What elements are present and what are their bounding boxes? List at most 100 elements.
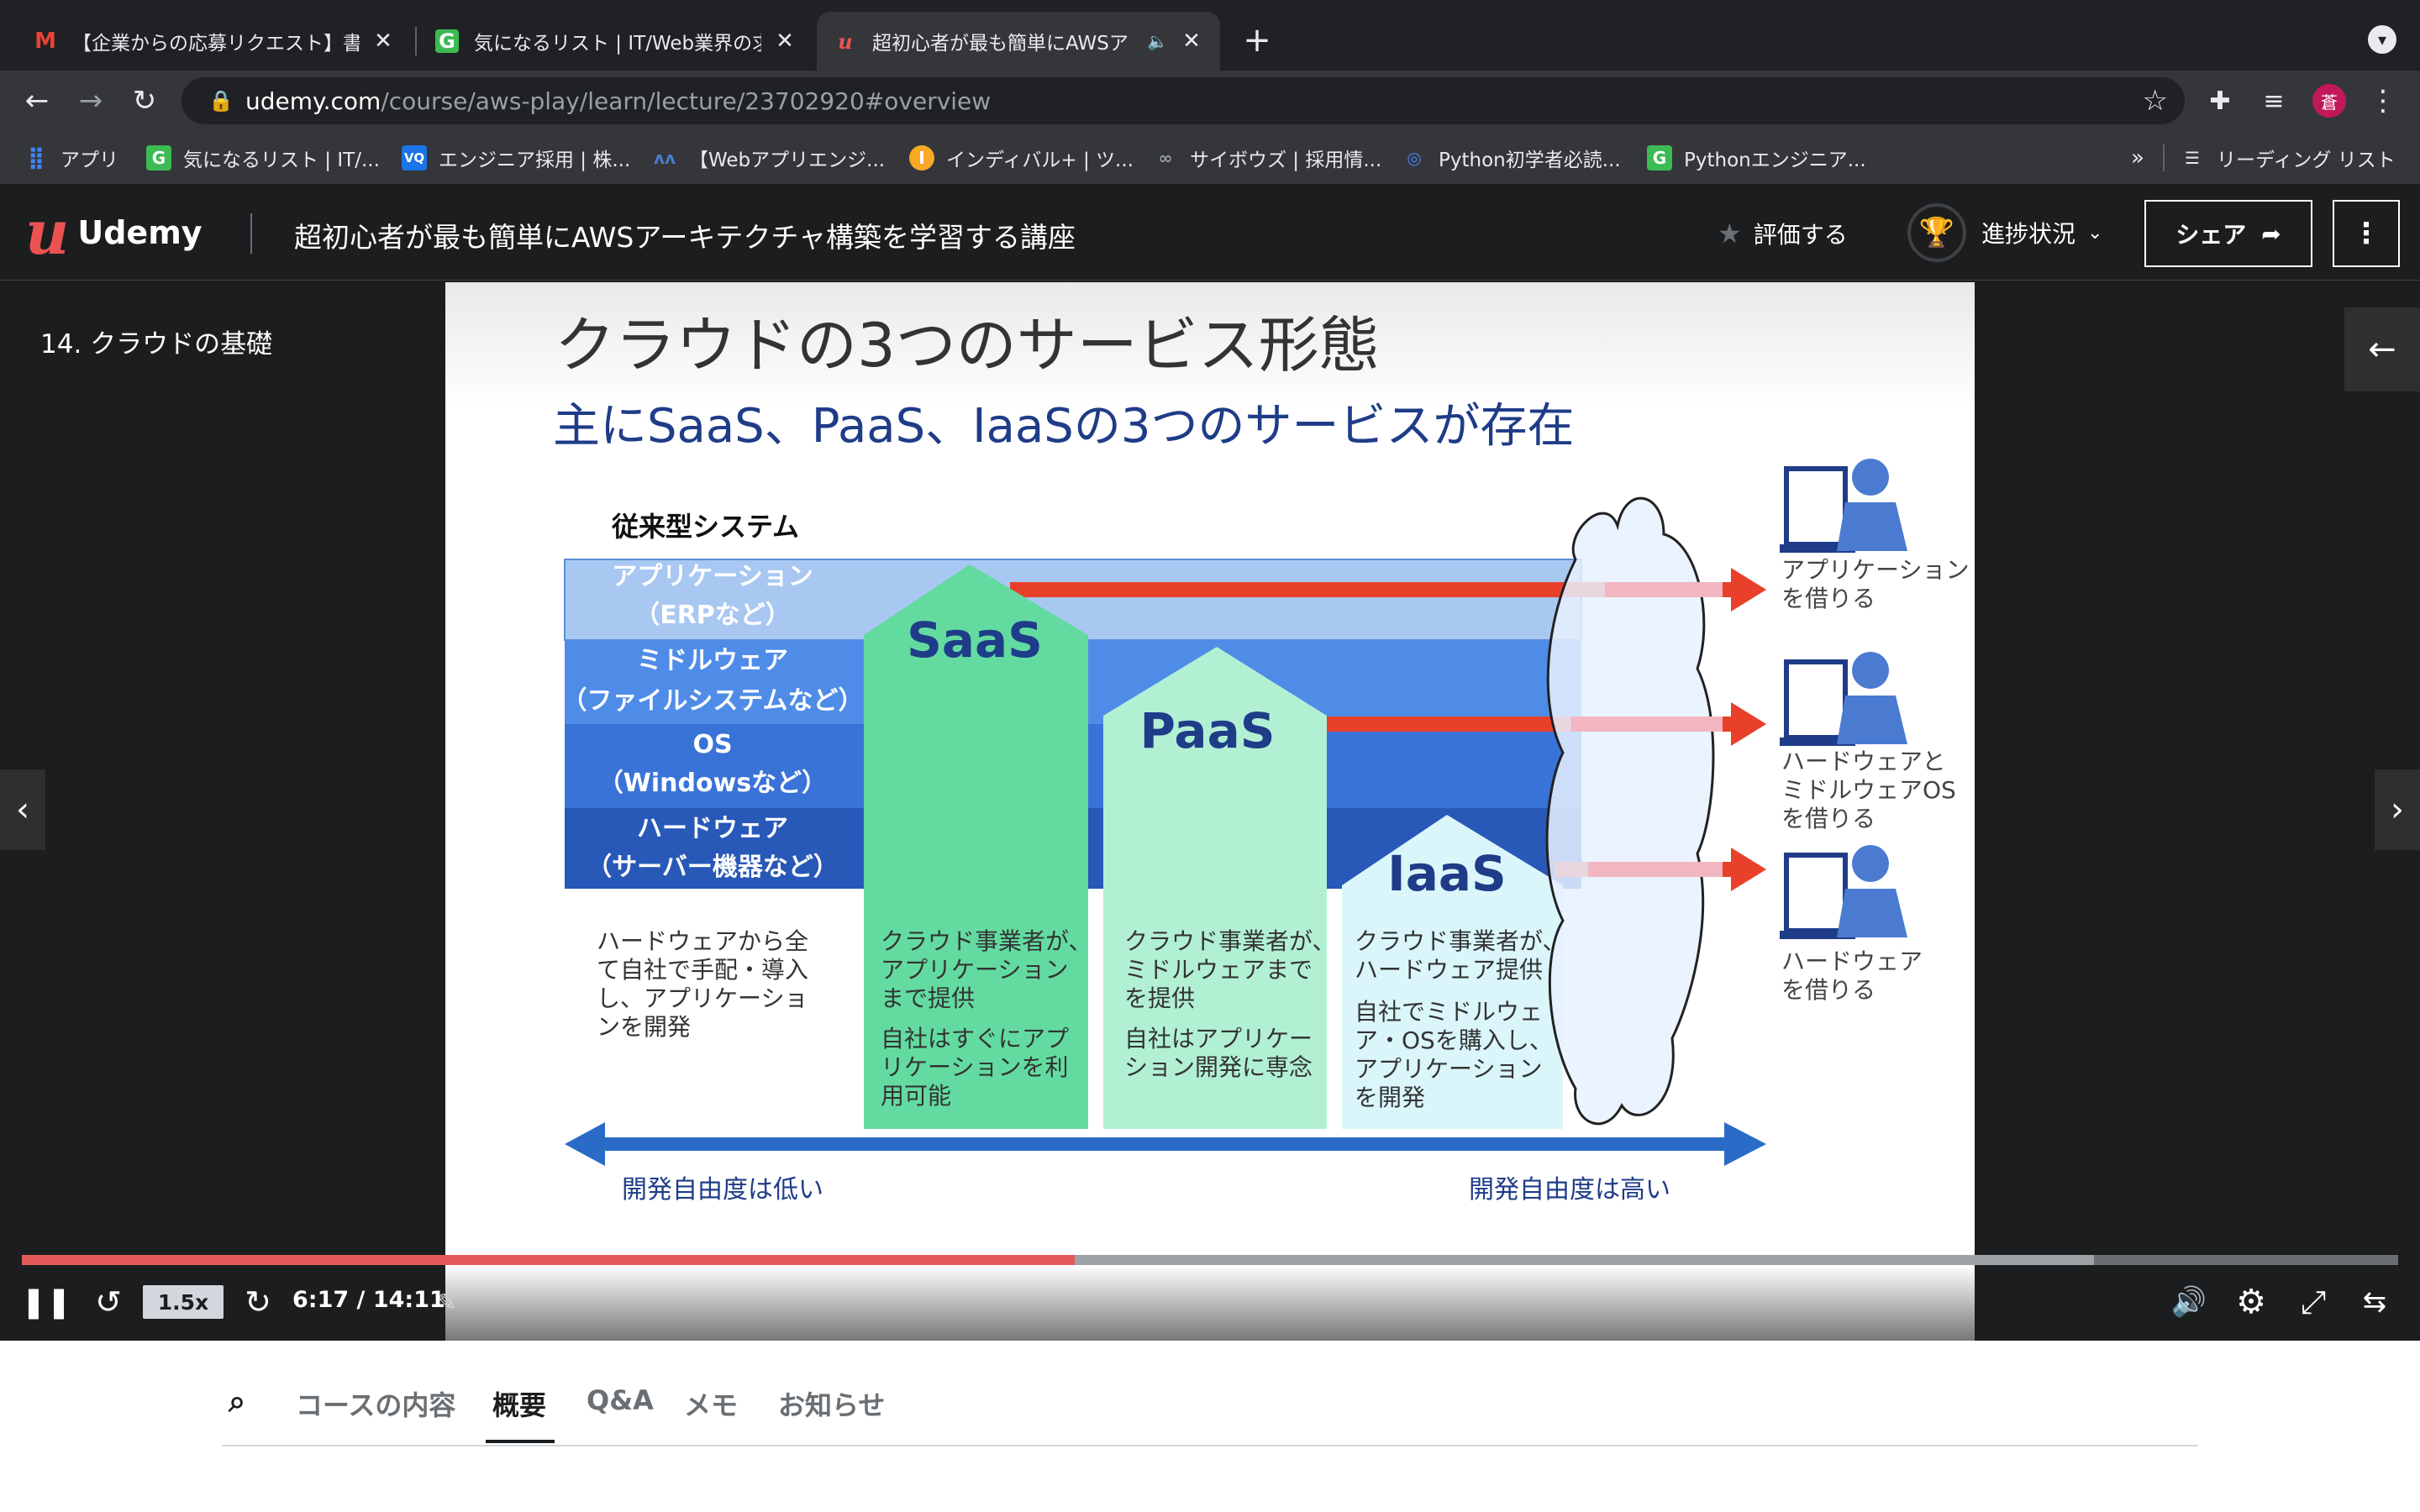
close-tab-icon[interactable]: ✕ bbox=[371, 29, 395, 54]
layer-hw-line2: （サーバー機器など） bbox=[587, 853, 839, 882]
time-display: 6:17 / 14:11 bbox=[292, 1287, 445, 1313]
cybozu-icon: ∞ bbox=[1158, 148, 1173, 168]
profile-avatar[interactable]: 蒼 bbox=[2312, 84, 2346, 118]
browser-tab-gmail[interactable]: M 【企業からの応募リクエスト】書類 ✕ bbox=[17, 12, 412, 71]
svg-text:アプリケーション: アプリケーション bbox=[1355, 1055, 1542, 1083]
expand-sidebar-arrow-icon[interactable]: ← bbox=[2344, 307, 2420, 391]
bookmark-item[interactable]: ∞ サイボウズ | 採用情... bbox=[1153, 143, 1382, 173]
browser-menu-icon[interactable]: ⋮ bbox=[2365, 82, 2402, 119]
close-tab-icon[interactable]: ✕ bbox=[1180, 29, 1203, 54]
back-icon[interactable]: ← bbox=[18, 82, 55, 119]
browser-tab-list[interactable]: G 気になるリスト | IT/Web業界の求 ✕ bbox=[418, 12, 813, 71]
address-bar[interactable]: 🔒 udemy.com/course/aws-play/learn/lectur… bbox=[182, 77, 2185, 124]
user3-line1: ハードウェア bbox=[1781, 948, 1923, 975]
progress-dropdown[interactable]: 🏆 進捗状況 ⌄ bbox=[1907, 203, 2102, 262]
bookmark-item[interactable]: VQ エンジニア採用 | 株... bbox=[402, 143, 630, 173]
bookmark-item[interactable]: I インディバル+ | ツ... bbox=[909, 143, 1134, 173]
svg-text:クラウド事業者が、: クラウド事業者が、 bbox=[1355, 927, 1565, 955]
mountain-icon: ᴧᴧ bbox=[653, 148, 676, 168]
header-divider bbox=[250, 213, 252, 254]
tab-title: 超初心者が最も簡単にAWSア bbox=[872, 33, 1128, 55]
layer-os-line2: （Windowsなど） bbox=[598, 769, 827, 798]
bookmark-item[interactable]: G 気になるリスト | IT/... bbox=[146, 143, 380, 173]
url-path: /course/aws-play/learn/lecture/23702920#… bbox=[381, 87, 992, 115]
notes-icon[interactable]: ✎ bbox=[432, 1277, 462, 1327]
udemy-u-icon: u bbox=[25, 197, 70, 268]
search-icon[interactable]: ⌕ bbox=[229, 1384, 245, 1420]
bookmark-label: アプリ bbox=[60, 150, 118, 171]
freedom-high-label: 開発自由度は高い bbox=[1469, 1175, 1670, 1205]
settings-gear-icon[interactable]: ⚙ bbox=[2228, 1277, 2274, 1327]
slide-subtitle: 主にSaaS、PaaS、IaaSの3つのサービスが存在 bbox=[553, 399, 1574, 454]
tab-course-content[interactable]: コースの内容 bbox=[296, 1384, 455, 1423]
bookmark-apps[interactable]: ⣿ アプリ bbox=[24, 143, 118, 173]
svg-text:リケーションを利: リケーションを利 bbox=[881, 1053, 1068, 1081]
speaker-icon[interactable]: 🔈 bbox=[1147, 31, 1168, 51]
forward-icon[interactable]: → bbox=[72, 82, 109, 119]
bookmark-item[interactable]: G Pythonエンジニア... bbox=[1647, 143, 1866, 173]
browser-tab-udemy[interactable]: u 超初心者が最も簡単にAWSア 🔈 ✕ bbox=[817, 12, 1220, 71]
apps-grid-icon: ⣿ bbox=[27, 145, 45, 171]
saas-label: SaaS bbox=[907, 612, 1043, 669]
udemy-favicon-icon: u bbox=[838, 29, 853, 54]
green-g-icon: G bbox=[435, 29, 459, 53]
user-icon-2 bbox=[1780, 652, 1907, 746]
svg-text:ハードウェア提供: ハードウェア提供 bbox=[1355, 956, 1543, 984]
yellow-circle-icon: I bbox=[909, 145, 934, 171]
tab-search-icon[interactable]: ▾ bbox=[2368, 25, 2396, 54]
bookmark-separator bbox=[2163, 144, 2165, 171]
udemy-header: u Udemy 超初心者が最も簡単にAWSアーキテクチャ構築を学習する講座 ★ … bbox=[0, 185, 2420, 281]
svg-text:ハードウェアから全: ハードウェアから全 bbox=[597, 927, 808, 955]
freedom-low-label: 開発自由度は低い bbox=[622, 1175, 823, 1205]
rewind-icon[interactable]: ↺ bbox=[87, 1277, 129, 1327]
user1-line1: アプリケーション bbox=[1781, 556, 1969, 584]
green-g-icon: G bbox=[1647, 145, 1672, 171]
bookmarks-overflow-button[interactable]: » bbox=[2131, 143, 2144, 173]
playback-speed-button[interactable]: 1.5x bbox=[143, 1285, 224, 1319]
tab-notes[interactable]: メモ bbox=[684, 1384, 738, 1423]
close-tab-icon[interactable]: ✕ bbox=[773, 29, 797, 54]
media-control-icon[interactable]: ≡ bbox=[2255, 82, 2292, 119]
svg-text:ション開発に専念: ション開発に専念 bbox=[1124, 1053, 1313, 1081]
reading-list-button[interactable]: ☰ リーディング リスト bbox=[2180, 143, 2396, 173]
bookmark-star-icon[interactable]: ☆ bbox=[2143, 84, 2168, 118]
layer-os-line1: OS bbox=[692, 730, 732, 759]
layer-mw-line2: （ファイルシステムなど） bbox=[561, 686, 863, 716]
udemy-logo-word: Udemy bbox=[77, 214, 203, 251]
user1-line2: を借りる bbox=[1781, 585, 1876, 612]
slide-title: クラウドの3つのサービス形態 bbox=[555, 310, 1380, 381]
course-title[interactable]: 超初心者が最も簡単にAWSアーキテクチャ構築を学習する講座 bbox=[294, 215, 1076, 255]
tab-qa[interactable]: Q&A bbox=[587, 1384, 654, 1416]
bookmark-label: サイボウズ | 採用情... bbox=[1190, 150, 1382, 171]
share-button[interactable]: シェア ➦ bbox=[2144, 200, 2312, 267]
svg-text:自社はすぐにアプ: 自社はすぐにアプ bbox=[881, 1025, 1069, 1053]
video-player[interactable]: 14. クラウドの基礎 クラウドの3つのサービス形態 主にSaaS、PaaS、I… bbox=[0, 281, 2420, 1341]
more-options-icon[interactable]: ⋮ bbox=[2333, 200, 2400, 267]
svg-text:用可能: 用可能 bbox=[881, 1082, 951, 1110]
tab-overview[interactable]: 概要 bbox=[492, 1384, 546, 1423]
new-tab-button[interactable]: + bbox=[1237, 20, 1277, 60]
seek-bar[interactable] bbox=[22, 1255, 2398, 1265]
lecture-slide: クラウドの3つのサービス形態 主にSaaS、PaaS、IaaSの3つのサービスが… bbox=[445, 282, 1975, 1341]
pause-icon[interactable]: ❚❚ bbox=[21, 1277, 71, 1327]
extensions-icon[interactable]: ✚ bbox=[2202, 82, 2238, 119]
bookmark-label: 【Webアプリエンジ... bbox=[689, 150, 886, 171]
svg-text:ア・OSを購入し、: ア・OSを購入し、 bbox=[1355, 1026, 1553, 1054]
next-lecture-icon[interactable]: › bbox=[2375, 769, 2420, 850]
forward-icon[interactable]: ↻ bbox=[237, 1277, 279, 1327]
fullscreen-icon[interactable]: ⤢ bbox=[2291, 1277, 2336, 1327]
theater-mode-icon[interactable]: ⇆ bbox=[2349, 1277, 2400, 1327]
bookmark-item[interactable]: ᴧᴧ 【Webアプリエンジ... bbox=[652, 143, 885, 173]
udemy-logo[interactable]: u Udemy bbox=[25, 197, 203, 268]
layer-app-line2: （ERPなど） bbox=[634, 601, 791, 630]
volume-icon[interactable]: 🔊 bbox=[2168, 1277, 2210, 1327]
previous-lecture-icon[interactable]: ‹ bbox=[0, 769, 45, 850]
paas-arrow-tint bbox=[1571, 717, 1723, 732]
url-domain: udemy.com bbox=[245, 87, 381, 115]
browser-toolbar: ← → ↻ 🔒 udemy.com/course/aws-play/learn/… bbox=[0, 71, 2420, 131]
reload-icon[interactable]: ↻ bbox=[126, 82, 163, 119]
tab-announcements[interactable]: お知らせ bbox=[778, 1384, 885, 1423]
bookmark-item[interactable]: ◎ Python初学者必読... bbox=[1402, 143, 1620, 173]
rate-button[interactable]: ★ 評価する bbox=[1718, 217, 1848, 250]
star-icon: ★ bbox=[1718, 218, 1742, 249]
